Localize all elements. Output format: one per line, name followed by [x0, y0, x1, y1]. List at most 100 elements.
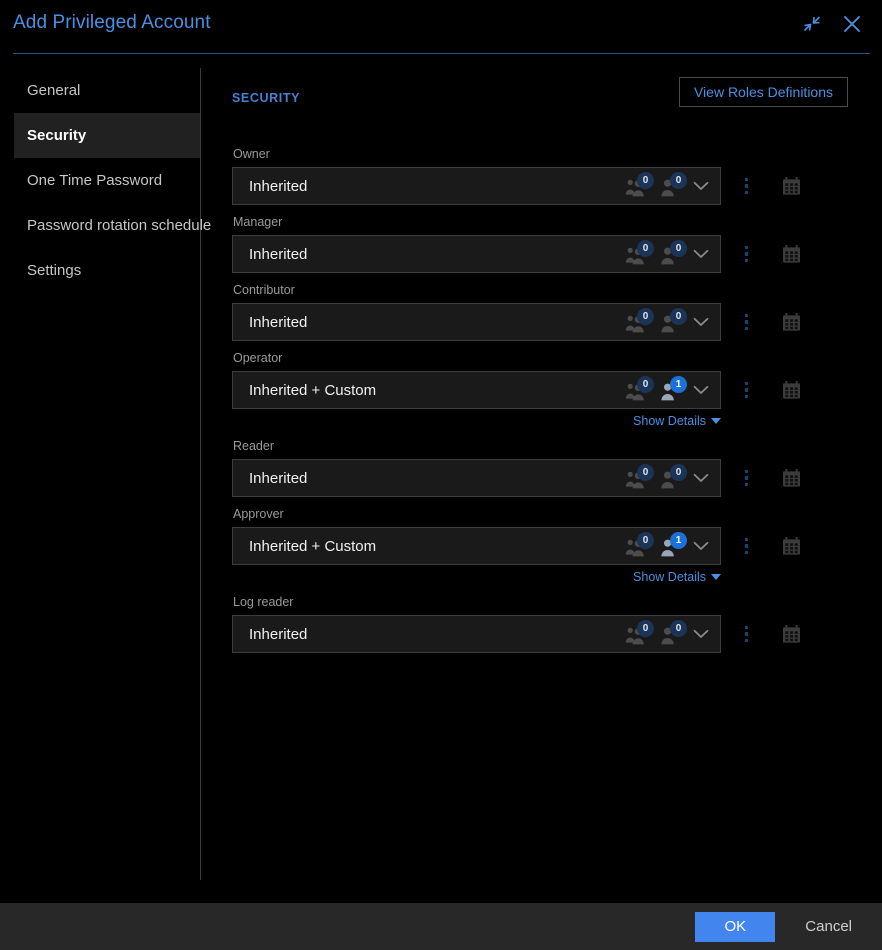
role-fields-list: OwnerInherited00ManagerInherited00Contri…	[232, 147, 848, 653]
sidebar-item-label: General	[27, 82, 80, 99]
chevron-down-icon[interactable]	[682, 629, 720, 639]
user-count-badge: 0	[670, 240, 687, 257]
calendar-icon[interactable]	[775, 303, 807, 341]
role-select-log-reader[interactable]: Inherited00	[232, 615, 721, 653]
role-field-contributor: Contributor Inherited00	[232, 283, 848, 341]
user-count-badge: 0	[670, 308, 687, 325]
role-field-label: Contributor	[232, 283, 848, 297]
user-members-icon[interactable]: 0	[658, 623, 680, 645]
sidebar-item-security[interactable]: Security	[14, 113, 200, 158]
cancel-button[interactable]: Cancel	[797, 914, 860, 939]
dialog-footer: OK Cancel	[0, 903, 882, 950]
role-field-reader: Reader Inherited00	[232, 439, 848, 497]
role-field-operator: OperatorInherited + Custom01Show Details	[232, 351, 848, 429]
show-details-row: Show Details	[232, 568, 721, 585]
role-select-value: Inherited + Custom	[233, 538, 625, 555]
group-count-badge: 0	[637, 464, 654, 481]
more-options-icon[interactable]	[733, 615, 760, 653]
group-members-icon[interactable]: 0	[625, 243, 647, 265]
sidebar-item-password-rotation-schedule[interactable]: Password rotation schedule	[14, 203, 200, 248]
group-count-badge: 0	[637, 240, 654, 257]
security-panel-header: SECURITY View Roles Definitions	[232, 86, 848, 128]
role-field-controls: Inherited00	[232, 615, 848, 653]
role-select-contributor[interactable]: Inherited00	[232, 303, 721, 341]
ok-button[interactable]: OK	[695, 912, 775, 942]
calendar-icon[interactable]	[775, 235, 807, 273]
user-count-badge: 0	[670, 620, 687, 637]
show-details-row: Show Details	[232, 412, 721, 429]
group-count-badge: 0	[637, 172, 654, 189]
role-select-reader[interactable]: Inherited00	[232, 459, 721, 497]
chevron-down-icon[interactable]	[682, 181, 720, 191]
group-count-badge: 0	[637, 620, 654, 637]
group-count-badge: 0	[637, 308, 654, 325]
more-options-icon[interactable]	[733, 167, 760, 205]
user-count-badge: 0	[670, 172, 687, 189]
show-details-label: Show Details	[633, 414, 706, 428]
show-details-label: Show Details	[633, 570, 706, 584]
role-count-badges: 00	[625, 623, 682, 645]
close-icon[interactable]	[840, 12, 864, 36]
user-count-badge: 1	[670, 376, 687, 393]
sidebar-item-label: Security	[27, 127, 86, 144]
dialog-body: General Security One Time Password Passw…	[0, 54, 882, 903]
group-members-icon[interactable]: 0	[625, 379, 647, 401]
user-members-icon[interactable]: 1	[658, 379, 680, 401]
group-members-icon[interactable]: 0	[625, 175, 647, 197]
role-field-label: Reader	[232, 439, 848, 453]
group-count-badge: 0	[637, 376, 654, 393]
calendar-icon[interactable]	[775, 615, 807, 653]
collapse-arrows-icon[interactable]	[800, 12, 824, 36]
more-options-icon[interactable]	[733, 303, 760, 341]
more-options-icon[interactable]	[733, 235, 760, 273]
role-field-log-reader: Log readerInherited00	[232, 595, 848, 653]
calendar-icon[interactable]	[775, 167, 807, 205]
role-field-label: Owner	[232, 147, 848, 161]
role-select-approver[interactable]: Inherited + Custom01	[232, 527, 721, 565]
more-options-icon[interactable]	[733, 527, 760, 565]
group-members-icon[interactable]: 0	[625, 535, 647, 557]
chevron-down-icon[interactable]	[682, 473, 720, 483]
group-members-icon[interactable]: 0	[625, 311, 647, 333]
view-roles-definitions-button[interactable]: View Roles Definitions	[679, 77, 848, 107]
sidebar-item-general[interactable]: General	[14, 68, 200, 113]
more-options-icon[interactable]	[733, 371, 760, 409]
user-members-icon[interactable]: 0	[658, 175, 680, 197]
calendar-icon[interactable]	[775, 459, 807, 497]
user-members-icon[interactable]: 0	[658, 467, 680, 489]
role-select-operator[interactable]: Inherited + Custom01	[232, 371, 721, 409]
chevron-down-icon[interactable]	[682, 249, 720, 259]
show-details-toggle[interactable]: Show Details	[633, 414, 721, 428]
calendar-icon[interactable]	[775, 371, 807, 409]
group-members-icon[interactable]: 0	[625, 467, 647, 489]
user-members-icon[interactable]: 1	[658, 535, 680, 557]
role-select-value: Inherited	[233, 246, 625, 263]
user-members-icon[interactable]: 0	[658, 311, 680, 333]
role-select-manager[interactable]: Inherited00	[232, 235, 721, 273]
sidebar-item-one-time-password[interactable]: One Time Password	[14, 158, 200, 203]
calendar-icon[interactable]	[775, 527, 807, 565]
role-field-controls: Inherited00	[232, 303, 848, 341]
user-members-icon[interactable]: 0	[658, 243, 680, 265]
group-members-icon[interactable]: 0	[625, 623, 647, 645]
group-count-badge: 0	[637, 532, 654, 549]
user-count-badge: 1	[670, 532, 687, 549]
role-count-badges: 00	[625, 467, 682, 489]
role-field-owner: OwnerInherited00	[232, 147, 848, 205]
chevron-down-icon[interactable]	[682, 317, 720, 327]
role-field-manager: ManagerInherited00	[232, 215, 848, 273]
role-select-value: Inherited + Custom	[233, 382, 625, 399]
role-select-value: Inherited	[233, 178, 625, 195]
show-details-toggle[interactable]: Show Details	[633, 570, 721, 584]
sidebar-item-label: One Time Password	[27, 172, 162, 189]
role-field-controls: Inherited00	[232, 167, 848, 205]
dialog-sidebar: General Security One Time Password Passw…	[0, 54, 201, 903]
more-options-icon[interactable]	[733, 459, 760, 497]
chevron-down-icon[interactable]	[682, 541, 720, 551]
chevron-down-icon[interactable]	[682, 385, 720, 395]
sidebar-item-settings[interactable]: Settings	[14, 248, 200, 293]
role-field-label: Operator	[232, 351, 848, 365]
role-field-controls: Inherited + Custom01	[232, 527, 848, 565]
role-select-owner[interactable]: Inherited00	[232, 167, 721, 205]
role-count-badges: 00	[625, 311, 682, 333]
